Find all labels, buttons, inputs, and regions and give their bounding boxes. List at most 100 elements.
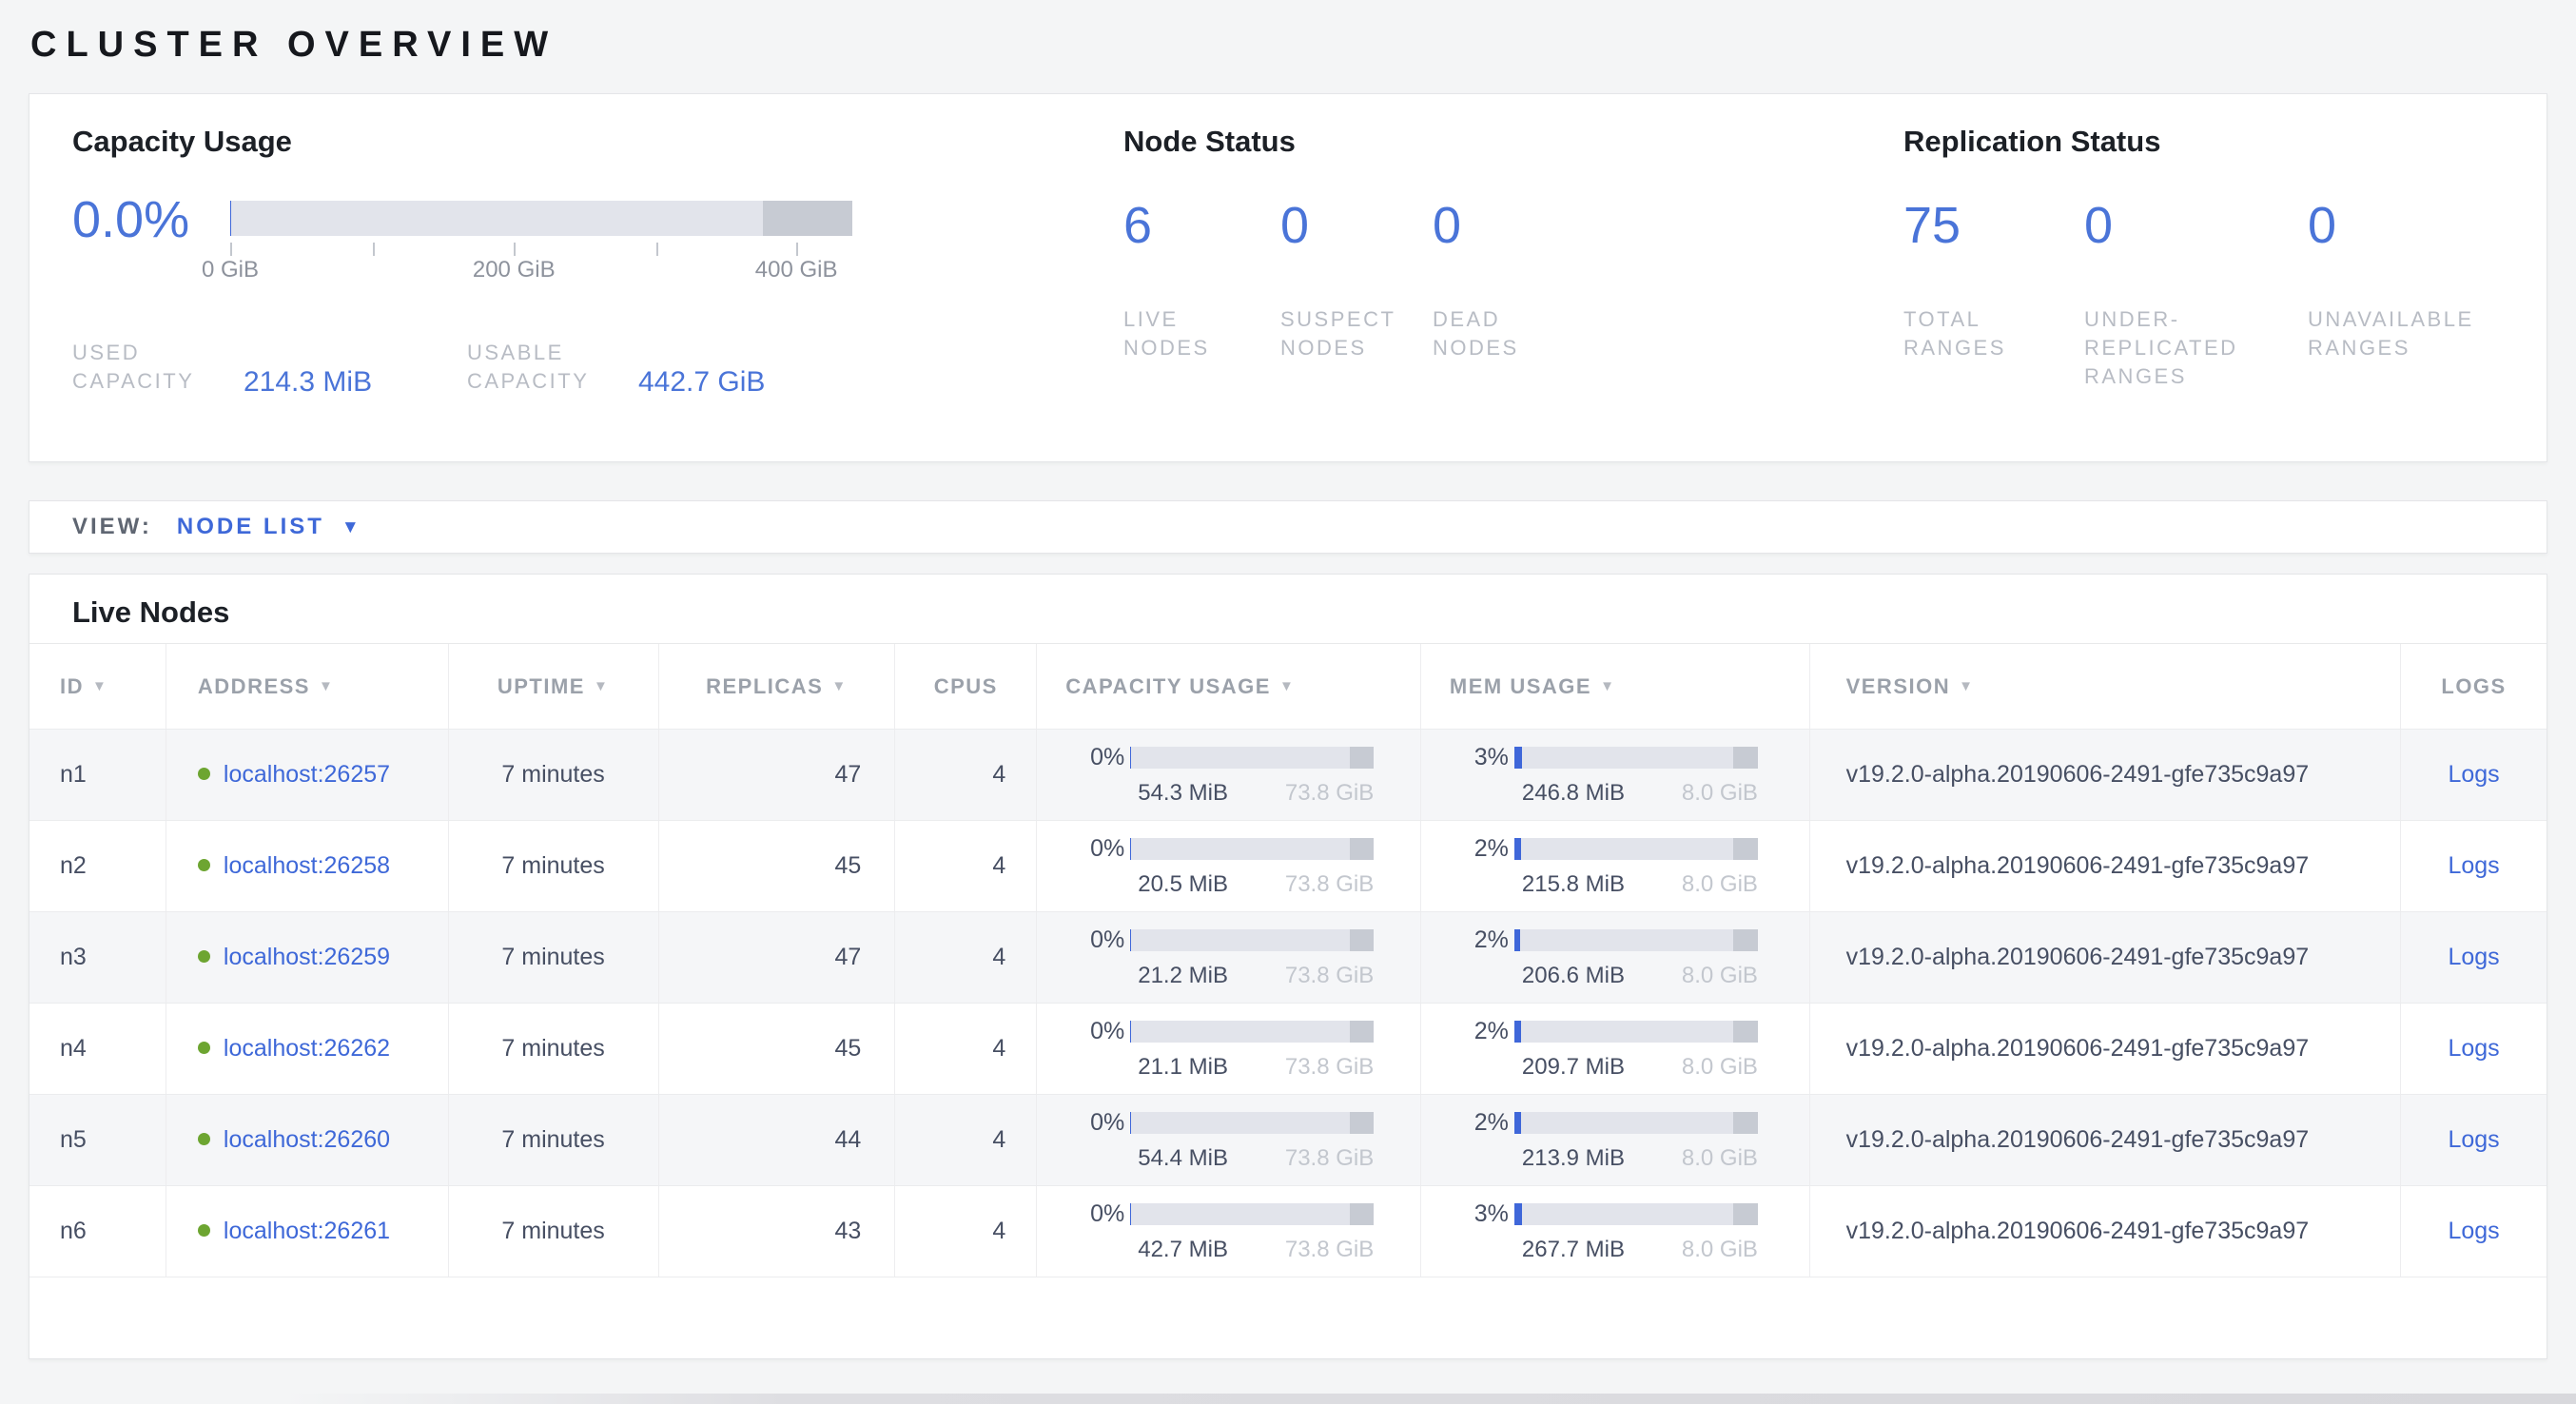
cell-capacity-usage: 0%21.1 MiB73.8 GiB — [1036, 1004, 1420, 1094]
mem-usage-percent: 2% — [1450, 926, 1509, 954]
logs-link[interactable]: Logs — [2401, 852, 2547, 880]
mem-used-value: 209.7 MiB — [1514, 1054, 1625, 1081]
mem-usage: 2%213.9 MiB8.0 GiB — [1450, 1109, 1809, 1172]
node-list-dropdown[interactable]: NODE LIST ▼ — [177, 514, 360, 540]
capacity-usage: 0%54.4 MiB73.8 GiB — [1065, 1109, 1420, 1172]
replication-stat-0: 75TOTAL RANGES — [1903, 197, 2084, 391]
axis-label-2: 400 GiB — [755, 257, 838, 283]
capacity-usage-bar — [1130, 747, 1374, 769]
mem-total-value: 8.0 GiB — [1682, 871, 1758, 898]
cell-cpus: 4 — [894, 912, 1036, 1003]
mem-usage: 3%246.8 MiB8.0 GiB — [1450, 744, 1809, 807]
capacity-usage-bar-row: 0% — [1065, 1018, 1420, 1045]
capacity-usage-labels: 42.7 MiB73.8 GiB — [1130, 1237, 1374, 1263]
live-status-icon — [198, 1224, 210, 1237]
sort-triangle-down-icon: ▼ — [319, 678, 334, 694]
address-link[interactable]: localhost:26260 — [224, 1126, 390, 1153]
mem-total-value: 8.0 GiB — [1682, 1054, 1758, 1081]
cell-capacity-usage: 0%54.3 MiB73.8 GiB — [1036, 730, 1420, 820]
capacity-usage-percent: 0% — [1065, 835, 1124, 863]
capacity-usage-bar — [1130, 1021, 1374, 1043]
capacity-total-value: 73.8 GiB — [1285, 871, 1374, 898]
cell-replicas: 44 — [658, 1095, 895, 1185]
column-header-version[interactable]: VERSION▼ — [1809, 644, 2401, 729]
cell-uptime: 7 minutes — [448, 1004, 658, 1094]
column-header-uptime[interactable]: UPTIME▼ — [448, 644, 658, 729]
cell-mem-usage: 3%267.7 MiB8.0 GiB — [1420, 1186, 1809, 1277]
capacity-usage-bar-row: 0% — [1065, 835, 1420, 863]
address-link[interactable]: localhost:26257 — [224, 761, 390, 788]
node-status-stat-1: 0SUSPECT NODES — [1280, 197, 1433, 362]
replication-status-title: Replication Status — [1903, 125, 2547, 159]
cell-uptime: 7 minutes — [448, 1186, 658, 1277]
cell-version: v19.2.0-alpha.20190606-2491-gfe735c9a97 — [1809, 821, 2401, 911]
cell-id: n2 — [29, 821, 166, 911]
capacity-usage-bar-row: 0% — [1065, 1109, 1420, 1137]
stat-label: SUSPECT NODES — [1280, 305, 1404, 362]
logs-link[interactable]: Logs — [2401, 1126, 2547, 1154]
logs-link[interactable]: Logs — [2401, 761, 2547, 789]
sort-triangle-down-icon: ▼ — [1279, 678, 1295, 694]
mem-usage-reserved-segment — [1733, 1021, 1758, 1043]
node-status-section: Node Status 6LIVE NODES0SUSPECT NODES0DE… — [1123, 94, 1903, 362]
column-header-replicas[interactable]: REPLICAS▼ — [658, 644, 895, 729]
cell-uptime: 7 minutes — [448, 1095, 658, 1185]
address-line: localhost:26260 — [198, 1126, 448, 1154]
capacity-usage-percent: 0% — [1065, 1200, 1124, 1228]
capacity-total-value: 73.8 GiB — [1285, 963, 1374, 989]
capacity-used-value: 54.4 MiB — [1130, 1145, 1228, 1172]
capacity-usage-section: Capacity Usage 0.0% 0 GiB200 GiB400 GiB … — [29, 94, 1123, 396]
cell-mem-usage: 2%215.8 MiB8.0 GiB — [1420, 821, 1809, 911]
capacity-usage-bar — [1130, 838, 1374, 860]
capacity-details-row: USED CAPACITY 214.3 MiB USABLE CAPACITY … — [72, 339, 1123, 396]
mem-usage-reserved-segment — [1733, 929, 1758, 951]
sort-triangle-down-icon: ▼ — [594, 678, 609, 694]
cell-cpus: 4 — [894, 730, 1036, 820]
mem-used-value: 206.6 MiB — [1514, 963, 1625, 989]
mem-usage-labels: 213.9 MiB8.0 GiB — [1514, 1145, 1758, 1172]
logs-link[interactable]: Logs — [2401, 1035, 2547, 1063]
capacity-usage-reserved-segment — [1350, 838, 1375, 860]
capacity-gauge-bar — [230, 201, 852, 236]
logs-link[interactable]: Logs — [2401, 944, 2547, 971]
address-link[interactable]: localhost:26262 — [224, 1035, 390, 1062]
cell-uptime: 7 minutes — [448, 821, 658, 911]
logs-link[interactable]: Logs — [2401, 1218, 2547, 1245]
address-line: localhost:26261 — [198, 1218, 448, 1245]
capacity-usage-labels: 21.2 MiB 73.8 GiB — [1130, 963, 1374, 989]
sort-triangle-down-icon: ▼ — [831, 678, 847, 694]
cell-id: n3 — [29, 912, 166, 1003]
capacity-usage-bar — [1130, 1112, 1374, 1134]
mem-usage-percent: 2% — [1450, 1109, 1509, 1137]
column-header-address[interactable]: ADDRESS ▼ — [166, 644, 448, 729]
capacity-usage-bar-row: 0% — [1065, 744, 1420, 771]
address-link[interactable]: localhost:26261 — [224, 1218, 390, 1244]
cell-version: v19.2.0-alpha.20190606-2491-gfe735c9a97 — [1809, 730, 2401, 820]
view-label: VIEW: — [72, 514, 152, 540]
column-header-mem[interactable]: MEM USAGE▼ — [1420, 644, 1809, 729]
address-link[interactable]: localhost:26259 — [224, 944, 390, 970]
capacity-usage-percent: 0% — [1065, 926, 1124, 954]
table-row: n1localhost:262577 minutes4740%54.3 MiB7… — [29, 729, 2547, 820]
capacity-gauge-axis-labels: 0 GiB200 GiB400 GiB — [230, 257, 852, 285]
column-header-capacity[interactable]: CAPACITY USAGE▼ — [1036, 644, 1420, 729]
live-nodes-card: Live Nodes ID▼ADDRESS▼UPTIME▼REPLICAS▼CP… — [29, 574, 2547, 1359]
sort-triangle-down-icon: ▼ — [1600, 678, 1615, 694]
cell-replicas: 47 — [658, 912, 895, 1003]
mem-usage-bar-row: 2% — [1450, 1109, 1809, 1137]
column-header-label: ADDRESS — [198, 674, 310, 699]
mem-usage-fill — [1514, 1021, 1521, 1043]
capacity-usage: 0%42.7 MiB73.8 GiB — [1065, 1200, 1420, 1263]
mem-usage-labels: 209.7 MiB 8.0 GiB — [1514, 1054, 1758, 1081]
capacity-total-value: 73.8 GiB — [1285, 780, 1374, 807]
column-header-id[interactable]: ID▼ — [29, 644, 166, 729]
live-status-icon — [198, 1042, 210, 1054]
table-row: n4localhost:262627 minutes4540%21.1 MiB7… — [29, 1003, 2547, 1094]
mem-usage-bar-row: 2% — [1450, 926, 1809, 954]
mem-usage-bar-row: 2% — [1450, 1018, 1809, 1045]
capacity-usage-reserved-segment — [1350, 1112, 1375, 1134]
live-status-icon — [198, 768, 210, 780]
cell-capacity-usage: 0%20.5 MiB73.8 GiB — [1036, 821, 1420, 911]
address-link[interactable]: localhost:26258 — [224, 852, 390, 879]
capacity-used-value: 21.2 MiB — [1130, 963, 1228, 989]
